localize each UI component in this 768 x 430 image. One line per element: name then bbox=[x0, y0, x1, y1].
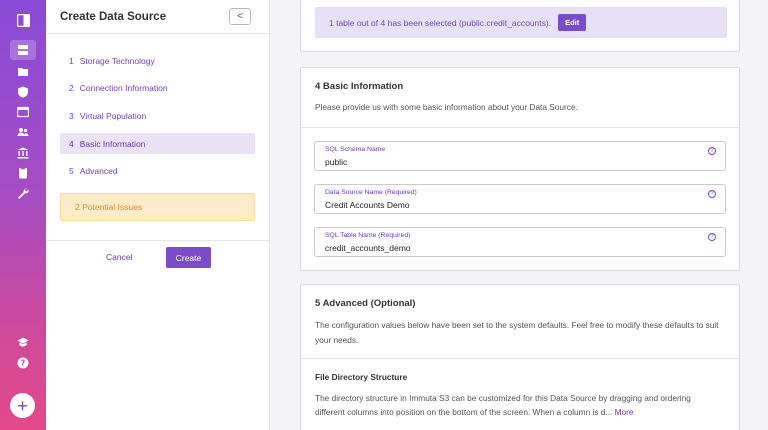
section-divider bbox=[301, 358, 739, 359]
main-content[interactable]: 1 table out of 4 has been selected (publ… bbox=[270, 0, 768, 430]
create-button[interactable]: Create bbox=[166, 247, 211, 268]
collapse-panel-button[interactable]: < bbox=[229, 8, 251, 25]
basic-information-description: Please provide us with some basic inform… bbox=[315, 102, 578, 112]
step-advanced[interactable]: 5 Advanced bbox=[60, 161, 255, 182]
sql-table-name-field[interactable]: SQL Table Name (Required) credit_account… bbox=[314, 227, 726, 257]
basic-information-title: 4 Basic Information bbox=[315, 81, 404, 92]
step-number: 5 bbox=[69, 166, 74, 177]
wizard-header: Create Data Source < bbox=[46, 0, 269, 34]
field-label: SQL Table Name (Required) bbox=[325, 232, 411, 239]
help-circle-icon[interactable]: ? bbox=[708, 147, 716, 155]
potential-issues-label: 2 Potential Issues bbox=[75, 202, 143, 212]
step-basic-information[interactable]: 4 Basic Information bbox=[60, 133, 255, 155]
step-number: 4 bbox=[69, 138, 74, 149]
section-divider bbox=[301, 127, 739, 128]
wizard-steps: 1 Storage Technology 2 Connection Inform… bbox=[60, 50, 255, 188]
step-virtual-population[interactable]: 3 Virtual Population bbox=[60, 105, 255, 126]
selection-banner: 1 table out of 4 has been selected (publ… bbox=[315, 7, 727, 38]
file-directory-description-line1: The directory structure in Immuta S3 can… bbox=[315, 393, 691, 403]
wizard-divider bbox=[46, 240, 269, 241]
wizard-panel: Create Data Source < 1 Storage Technolog… bbox=[46, 0, 270, 430]
projects-icon[interactable] bbox=[11, 62, 35, 82]
step-storage-technology[interactable]: 1 Storage Technology bbox=[60, 50, 255, 71]
field-value[interactable]: credit_accounts_demo bbox=[325, 243, 411, 253]
potential-issues-link[interactable]: 2 Potential Issues bbox=[60, 193, 255, 221]
file-directory-description-text: different columns into position on the b… bbox=[315, 407, 613, 417]
selection-text: 1 table out of 4 has been selected (publ… bbox=[329, 17, 552, 28]
audit-icon[interactable] bbox=[11, 163, 35, 183]
help-circle-icon[interactable]: ? bbox=[708, 233, 716, 241]
step-connection-information[interactable]: 2 Connection Information bbox=[60, 78, 255, 99]
institution-icon[interactable] bbox=[11, 143, 35, 163]
data-sources-icon[interactable] bbox=[10, 40, 36, 60]
step-number: 2 bbox=[69, 83, 74, 94]
field-value[interactable]: public bbox=[325, 157, 347, 167]
step-label: Virtual Population bbox=[79, 110, 147, 121]
chevron-left-icon: < bbox=[237, 11, 243, 22]
svg-text:?: ? bbox=[21, 359, 26, 368]
field-value[interactable]: Credit Accounts Demo bbox=[325, 200, 410, 210]
queries-icon[interactable] bbox=[11, 102, 35, 122]
add-icon-glyph: + bbox=[17, 395, 28, 416]
panel-toggle-icon[interactable] bbox=[11, 10, 35, 30]
field-label: SQL Schema Name bbox=[325, 146, 386, 153]
cancel-button[interactable]: Cancel bbox=[106, 252, 132, 262]
advanced-title: 5 Advanced (Optional) bbox=[315, 298, 416, 309]
file-directory-description-line2: different columns into position on the b… bbox=[315, 405, 634, 420]
advanced-description-line1: The configuration values below have been… bbox=[315, 320, 719, 330]
step-label: Connection Information bbox=[79, 83, 168, 94]
step-label: Advanced bbox=[79, 166, 118, 177]
wizard-title: Create Data Source bbox=[60, 10, 167, 23]
data-source-name-field[interactable]: Data Source Name (Required) Credit Accou… bbox=[314, 184, 726, 214]
step-number: 3 bbox=[69, 110, 74, 121]
file-directory-structure-title: File Directory Structure bbox=[315, 372, 408, 382]
add-icon[interactable]: + bbox=[10, 393, 35, 418]
help-icon[interactable]: ? bbox=[11, 353, 35, 373]
tutorials-icon[interactable] bbox=[11, 332, 35, 352]
field-label: Data Source Name (Required) bbox=[325, 189, 417, 196]
step-label: Basic Information bbox=[79, 138, 146, 149]
sql-schema-name-field[interactable]: SQL Schema Name public ? bbox=[314, 141, 726, 171]
governance-icon[interactable] bbox=[11, 82, 35, 102]
advanced-description-line2: your needs. bbox=[315, 335, 359, 345]
basic-information-card: 4 Basic Information Please provide us wi… bbox=[300, 67, 740, 271]
advanced-card: 5 Advanced (Optional) The configuration … bbox=[300, 284, 740, 430]
help-circle-icon[interactable]: ? bbox=[708, 190, 716, 198]
nav-rail: ? + bbox=[0, 0, 46, 430]
edit-selection-button[interactable]: Edit bbox=[558, 14, 587, 31]
step-number: 1 bbox=[69, 55, 74, 66]
users-icon[interactable] bbox=[11, 122, 35, 142]
step-label: Storage Technology bbox=[79, 55, 155, 66]
table-selection-card: 1 table out of 4 has been selected (publ… bbox=[300, 0, 740, 52]
tools-icon[interactable] bbox=[11, 183, 35, 203]
more-link[interactable]: More bbox=[615, 407, 634, 417]
